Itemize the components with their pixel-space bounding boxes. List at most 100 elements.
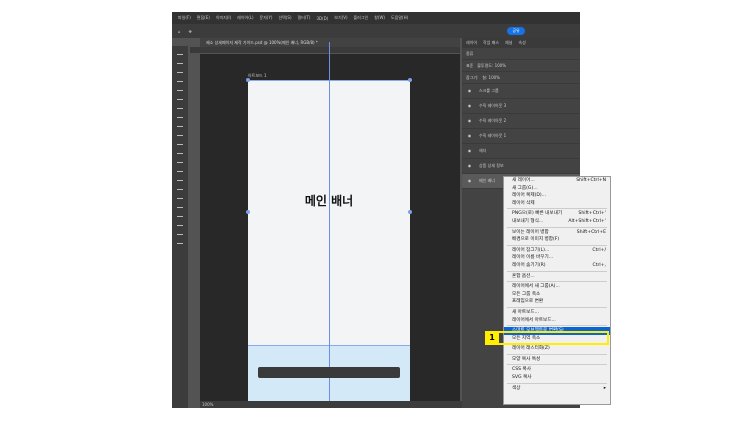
menu-7[interactable]: 3D(D) bbox=[316, 16, 328, 21]
menu-separator bbox=[507, 325, 607, 327]
tool-icon[interactable] bbox=[177, 85, 183, 91]
tool-icon[interactable] bbox=[177, 139, 183, 145]
menu-10[interactable]: 창(W) bbox=[374, 15, 385, 21]
menu-item[interactable]: 보이는 레이어 병합 Shift+Ctrl+E bbox=[504, 229, 610, 237]
menu-item[interactable]: 레이어 래스터화(Z) bbox=[504, 345, 610, 353]
menu-item[interactable]: 색상 ▸ bbox=[504, 385, 610, 393]
menu-item[interactable]: 모든 그룹 축소 bbox=[504, 291, 610, 299]
tool-icon[interactable] bbox=[177, 76, 183, 82]
contextual-task-bar[interactable] bbox=[258, 367, 400, 378]
menu-item-label: 프레임으로 변환 bbox=[512, 299, 544, 305]
highlight-callout bbox=[485, 331, 609, 345]
banner-text[interactable]: 메인 배너 bbox=[248, 192, 410, 209]
menu-11[interactable]: 도움말(H) bbox=[391, 15, 408, 21]
tool-icon[interactable] bbox=[177, 238, 183, 244]
layer-row[interactable]: ◉ 수직 레이아웃 2 bbox=[462, 114, 580, 129]
menu-item-label: SVG 복사 bbox=[512, 375, 532, 381]
opacity-input[interactable]: 100% bbox=[495, 63, 506, 68]
tool-icon[interactable] bbox=[177, 121, 183, 127]
menu-separator bbox=[507, 208, 607, 210]
menu-item[interactable]: SVG 복사 bbox=[504, 374, 610, 382]
panel-tab[interactable]: 레이어 bbox=[466, 38, 477, 48]
tool-icon[interactable] bbox=[177, 49, 183, 55]
tool-icon[interactable] bbox=[177, 220, 183, 226]
eye-icon[interactable]: ◉ bbox=[466, 159, 473, 173]
eye-icon[interactable]: ◉ bbox=[466, 99, 473, 113]
menu-item[interactable]: 배경으로 이미지 병합(F) bbox=[504, 236, 610, 244]
menu-item[interactable]: 새 그룹(G)... bbox=[504, 185, 610, 193]
menu-5[interactable]: 선택(S) bbox=[278, 15, 291, 21]
tool-icon[interactable] bbox=[177, 130, 183, 136]
menu-item[interactable]: 혼합 옵션... bbox=[504, 273, 610, 281]
menu-item-shortcut: Ctrl+, bbox=[592, 262, 606, 268]
tool-icon[interactable] bbox=[177, 184, 183, 190]
menu-0[interactable]: 파일(F) bbox=[178, 15, 191, 21]
blend-row: 표준 불투명도: 100% bbox=[462, 60, 580, 72]
menu-item[interactable]: 새 레이어... Shift+Ctrl+N bbox=[504, 177, 610, 185]
layer-filter[interactable]: 종류 bbox=[462, 48, 580, 60]
eye-icon[interactable]: ◉ bbox=[466, 114, 473, 128]
menu-item-label: 보이는 레이어 병합 bbox=[512, 229, 549, 235]
menu-item[interactable]: 새 아트보드... bbox=[504, 309, 610, 317]
menu-item[interactable]: 레이어 삭제 bbox=[504, 200, 610, 208]
menu-3[interactable]: 레이어(L) bbox=[237, 15, 253, 21]
menu-item[interactable]: 프레임으로 변환 bbox=[504, 298, 610, 306]
layer-row[interactable]: ◉ 스크롤 그룹 bbox=[462, 84, 580, 99]
layer-name: 수직 레이아웃 3 bbox=[479, 103, 507, 108]
panel-tab[interactable]: 속성 bbox=[518, 38, 525, 48]
menu-2[interactable]: 이미지(I) bbox=[216, 15, 231, 21]
panel-tab[interactable]: 작업 패스 bbox=[483, 38, 499, 48]
menu-item[interactable]: 모양 복사 특성 bbox=[504, 356, 610, 364]
menu-item[interactable]: 레이어 복제(D)... bbox=[504, 192, 610, 200]
menu-item[interactable]: PNG으(로) 빠른 내보내기 Shift+Ctrl+' bbox=[504, 210, 610, 218]
layer-row[interactable]: ◉ 헤더 bbox=[462, 144, 580, 159]
menu-1[interactable]: 편집(E) bbox=[197, 15, 210, 21]
menu-item[interactable]: 레이어에서 새 그룹(A)... bbox=[504, 283, 610, 291]
eye-icon[interactable]: ◉ bbox=[466, 84, 473, 98]
transform-handle[interactable] bbox=[408, 78, 412, 82]
tool-icon[interactable] bbox=[177, 112, 183, 118]
menu-item[interactable]: 레이어 잠그기(L)... Ctrl+/ bbox=[504, 247, 610, 255]
move-icon[interactable]: ✥ bbox=[189, 29, 192, 34]
menu-item-label: 레이어 숨기기(R) bbox=[512, 262, 546, 268]
menu-4[interactable]: 문자(Y) bbox=[260, 15, 273, 21]
lock-label: 잠그기: bbox=[466, 75, 479, 80]
tool-icon[interactable] bbox=[177, 211, 183, 217]
tool-icon[interactable] bbox=[177, 202, 183, 208]
status-bar: 100% bbox=[200, 401, 462, 408]
layer-row[interactable]: ◉ 상품 상세 정보 bbox=[462, 159, 580, 174]
menu-6[interactable]: 필터(T) bbox=[298, 15, 311, 21]
layer-row[interactable]: ◉ 수직 레이아웃 1 bbox=[462, 129, 580, 144]
transform-handle[interactable] bbox=[408, 210, 412, 214]
menu-9[interactable]: 플러그인 bbox=[354, 15, 369, 21]
tool-icon[interactable] bbox=[177, 94, 183, 100]
fill-input[interactable]: 100% bbox=[489, 75, 500, 80]
tool-icon[interactable] bbox=[177, 166, 183, 172]
tool-icon[interactable] bbox=[177, 67, 183, 73]
menu-item[interactable]: CSS 복사 bbox=[504, 366, 610, 374]
tool-icon[interactable] bbox=[177, 193, 183, 199]
blend-mode-select[interactable]: 표준 bbox=[466, 63, 473, 68]
layer-row[interactable]: ◉ 수직 레이아웃 3 bbox=[462, 99, 580, 114]
menu-item-shortcut: Ctrl+/ bbox=[592, 247, 606, 253]
menu-8[interactable]: 보기(V) bbox=[334, 15, 347, 21]
document-tab[interactable]: 제소 상세페이지 제작 가이드.psd @ 100%(메인 배너, RGB/8)… bbox=[200, 38, 460, 47]
eye-icon[interactable]: ◉ bbox=[466, 174, 473, 188]
menu-item[interactable]: 레이어에서 아트보드... bbox=[504, 317, 610, 325]
tool-icon[interactable] bbox=[177, 157, 183, 163]
home-icon[interactable]: ⌂ bbox=[178, 29, 181, 34]
eye-icon[interactable]: ◉ bbox=[466, 144, 473, 158]
transform-handle[interactable] bbox=[246, 78, 250, 82]
menu-item[interactable]: 내보내기 형식... Alt+Shift+Ctrl+' bbox=[504, 218, 610, 226]
tool-icon[interactable] bbox=[177, 175, 183, 181]
tool-icon[interactable] bbox=[177, 229, 183, 235]
menu-item[interactable]: 레이어 이름 바꾸기... bbox=[504, 254, 610, 262]
menu-item[interactable]: 레이어 숨기기(R) Ctrl+, bbox=[504, 262, 610, 270]
tool-icon[interactable] bbox=[177, 148, 183, 154]
tool-icon[interactable] bbox=[177, 58, 183, 64]
eye-icon[interactable]: ◉ bbox=[466, 129, 473, 143]
tool-icon[interactable] bbox=[177, 103, 183, 109]
transform-handle[interactable] bbox=[246, 210, 250, 214]
share-button[interactable]: 공유 bbox=[507, 27, 525, 35]
panel-tab[interactable]: 채널 bbox=[505, 38, 512, 48]
